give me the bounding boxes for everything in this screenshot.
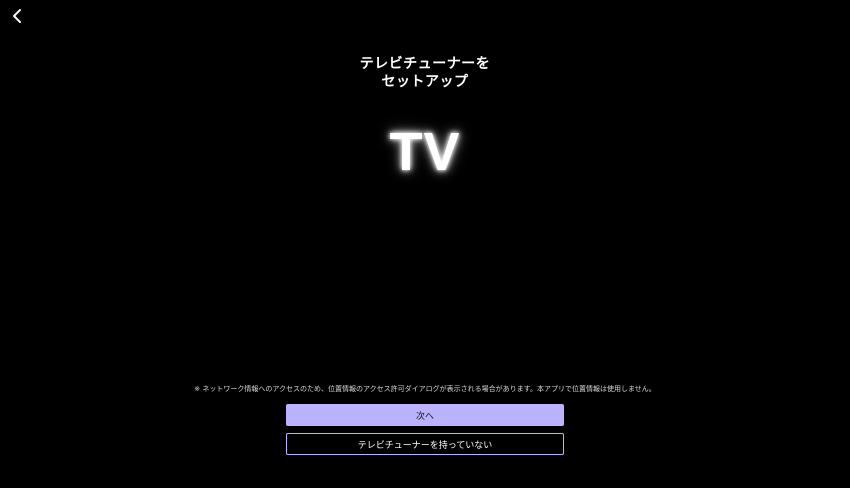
- chevron-left-icon: [11, 8, 23, 24]
- location-permission-notice: ※ ネットワーク情報へのアクセスのため、位置情報のアクセス許可ダイアログが表示さ…: [194, 385, 656, 393]
- back-button[interactable]: [6, 5, 28, 27]
- page-title-line1: テレビチューナーを: [359, 56, 491, 72]
- tv-logo: TV: [389, 122, 461, 182]
- page-title: テレビチューナーを セットアップ: [0, 55, 850, 91]
- page-title-line2: セットアップ: [381, 74, 469, 90]
- next-button[interactable]: 次へ: [286, 404, 564, 426]
- setup-screen: テレビチューナーを セットアップ TV ※ ネットワーク情報へのアクセスのため、…: [0, 0, 850, 488]
- no-tuner-button[interactable]: テレビチューナーを持っていない: [286, 433, 564, 455]
- no-tuner-button-label: テレビチューナーを持っていない: [357, 440, 493, 451]
- next-button-label: 次へ: [415, 411, 434, 422]
